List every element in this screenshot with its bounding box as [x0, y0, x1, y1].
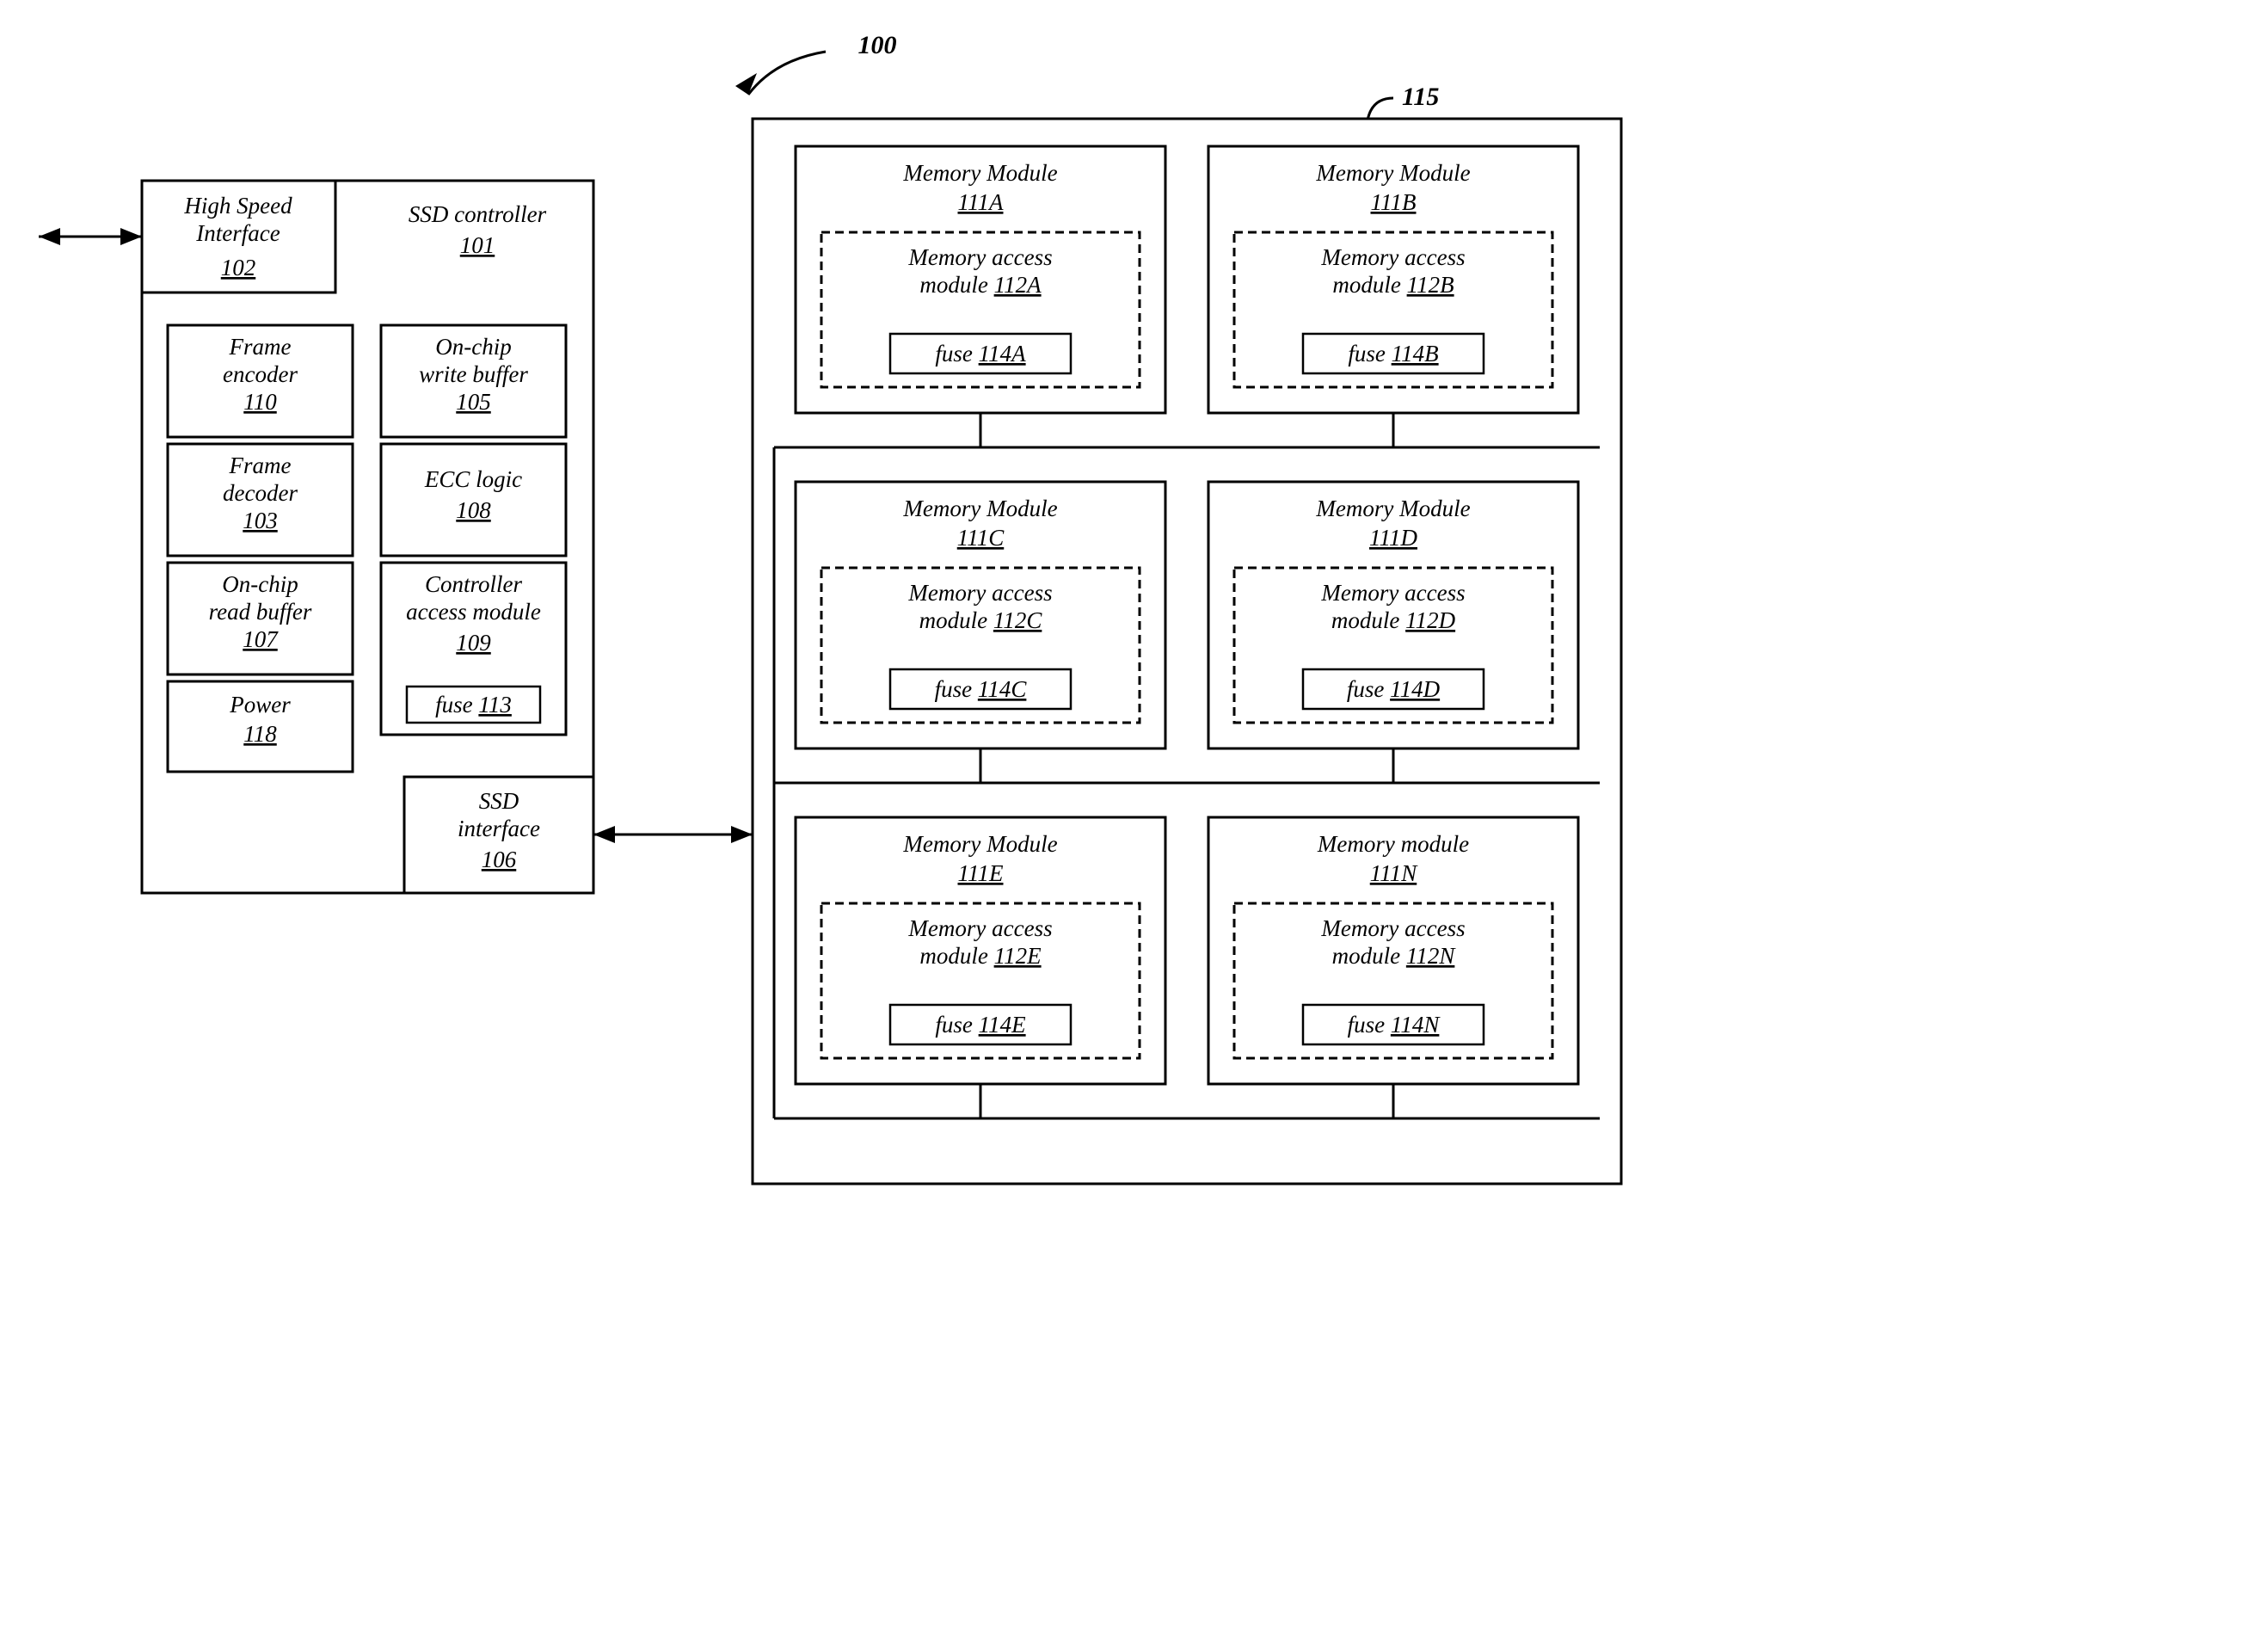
svg-text:111B: 111B: [1371, 189, 1417, 215]
svg-text:111E: 111E: [958, 860, 1004, 886]
diagram-canvas: 100 115 SSD controller 101 High SpeedInt…: [0, 0, 2268, 1632]
svg-text:Memory Module: Memory Module: [902, 496, 1057, 521]
memory-array-ref-label: 115: [1402, 83, 1439, 111]
svg-text:108: 108: [456, 497, 491, 523]
memory-module-111A: Memory Module111AMemory accessmodule 112…: [796, 146, 1165, 413]
svg-text:Memory Module: Memory Module: [902, 160, 1057, 186]
figure-ref-arrow: [748, 52, 826, 95]
memory-module-111C: Memory Module111CMemory accessmodule 112…: [796, 482, 1165, 748]
ssd-controller-ref: 101: [460, 232, 495, 258]
memory-module-111D: Memory Module111DMemory accessmodule 112…: [1208, 482, 1578, 748]
svg-text:fuse 113: fuse 113: [435, 692, 512, 717]
svg-text:fuse 114E: fuse 114E: [935, 1012, 1026, 1038]
memory-module-111B: Memory Module111BMemory accessmodule 112…: [1208, 146, 1578, 413]
memory-module-111N: Memory module111NMemory accessmodule 112…: [1208, 817, 1578, 1084]
svg-text:106: 106: [482, 847, 517, 872]
svg-text:fuse 114A: fuse 114A: [935, 341, 1026, 366]
svg-text:Memory module: Memory module: [1317, 831, 1469, 857]
svg-text:103: 103: [243, 508, 278, 533]
svg-text:107: 107: [243, 626, 279, 652]
svg-text:118: 118: [243, 721, 277, 747]
svg-text:105: 105: [456, 389, 491, 415]
memory-array-ref-hook: [1368, 98, 1393, 120]
svg-text:111D: 111D: [1369, 525, 1417, 551]
memory-module-111E: Memory Module111EMemory accessmodule 112…: [796, 817, 1165, 1084]
ssd-controller-title: SSD controller: [409, 201, 547, 227]
svg-text:110: 110: [243, 389, 277, 415]
svg-text:Power: Power: [229, 692, 291, 717]
svg-text:ECC logic: ECC logic: [424, 466, 522, 492]
svg-text:111C: 111C: [957, 525, 1005, 551]
svg-text:102: 102: [221, 255, 256, 280]
svg-text:109: 109: [456, 630, 491, 656]
svg-text:Memory Module: Memory Module: [1315, 496, 1470, 521]
svg-text:111A: 111A: [958, 189, 1004, 215]
svg-text:fuse 114B: fuse 114B: [1348, 341, 1438, 366]
svg-text:fuse 114D: fuse 114D: [1347, 676, 1441, 702]
svg-text:Memory Module: Memory Module: [902, 831, 1057, 857]
svg-text:111N: 111N: [1370, 860, 1418, 886]
svg-text:Memory Module: Memory Module: [1315, 160, 1470, 186]
svg-text:fuse 114N: fuse 114N: [1348, 1012, 1441, 1038]
svg-text:fuse 114C: fuse 114C: [935, 676, 1028, 702]
figure-ref-label: 100: [858, 31, 897, 59]
